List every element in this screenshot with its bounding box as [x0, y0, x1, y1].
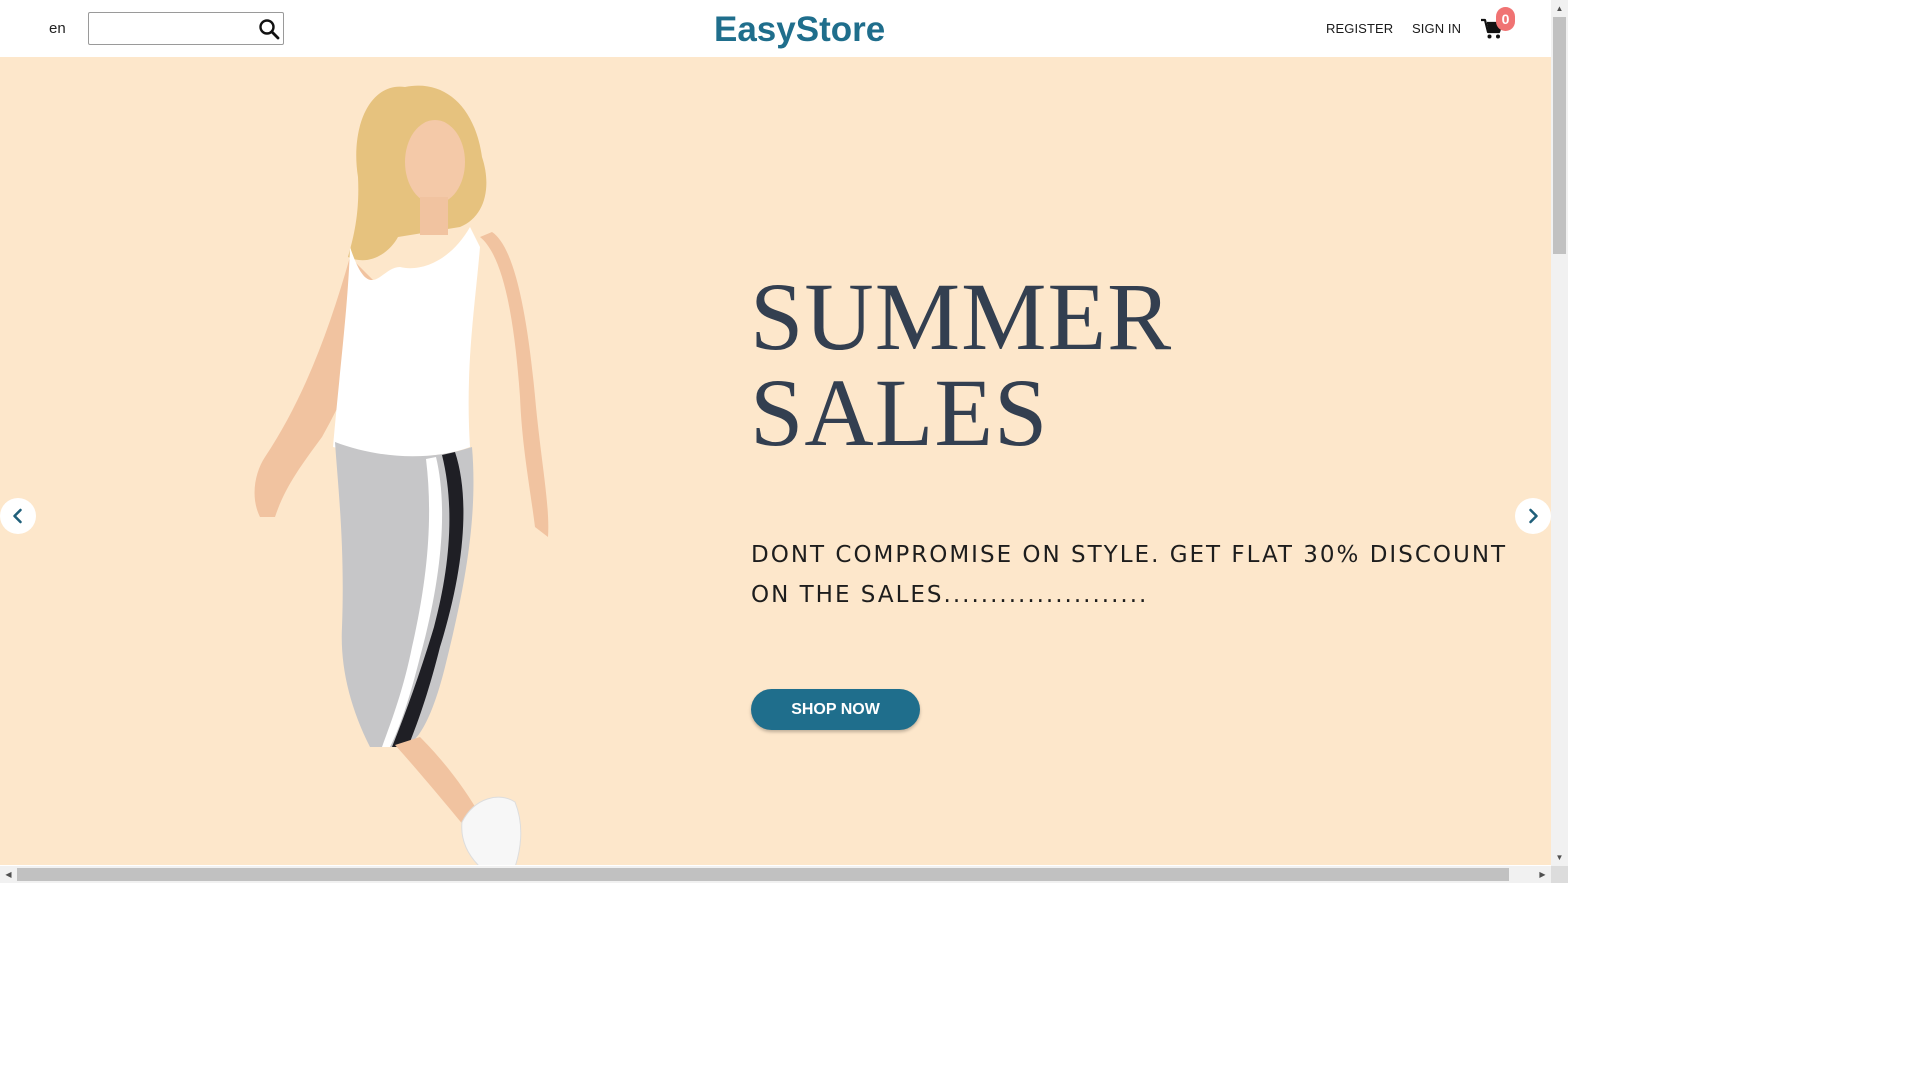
scroll-left-arrow-icon[interactable]: ◀	[0, 866, 17, 883]
cart-count-badge: 0	[1496, 7, 1515, 31]
search-icon[interactable]	[257, 17, 281, 41]
search-box	[88, 12, 284, 45]
language-selector[interactable]: en	[49, 20, 66, 37]
scroll-down-arrow-icon[interactable]: ▼	[1551, 849, 1568, 866]
horizontal-scrollbar[interactable]: ◀ ▶	[0, 866, 1551, 883]
hero-banner: SUMMER SALES DONT COMPROMISE ON STYLE. G…	[0, 57, 1551, 865]
register-link[interactable]: REGISTER	[1326, 21, 1393, 36]
site-header: en EasyStore REGISTER SIGN IN 0	[0, 0, 1551, 57]
carousel-prev-button[interactable]	[0, 498, 36, 534]
chevron-right-icon	[1529, 508, 1538, 524]
sign-in-link[interactable]: SIGN IN	[1412, 21, 1461, 36]
headline-line-2: SALES	[750, 359, 1049, 466]
hero-headline: SUMMER SALES	[750, 269, 1172, 461]
carousel-next-button[interactable]	[1515, 498, 1551, 534]
vertical-scroll-thumb[interactable]	[1553, 17, 1566, 254]
scrollbar-corner	[1551, 866, 1568, 883]
hero-subtext: DONT COMPROMISE ON STYLE. GET FLAT 30% D…	[751, 542, 1508, 608]
logo[interactable]: EasyStore	[713, 7, 893, 51]
chevron-left-icon	[13, 508, 22, 524]
headline-line-1: SUMMER	[750, 263, 1173, 370]
search-input[interactable]	[89, 13, 255, 44]
horizontal-scroll-thumb[interactable]	[17, 868, 1509, 881]
shop-now-button[interactable]: SHOP NOW	[751, 689, 920, 730]
scroll-up-arrow-icon[interactable]: ▲	[1551, 0, 1568, 17]
scroll-right-arrow-icon[interactable]: ▶	[1534, 866, 1551, 883]
vertical-scrollbar[interactable]: ▲ ▼	[1551, 0, 1568, 866]
hero-model-image	[254, 85, 549, 865]
logo-text: EasyStore	[714, 10, 885, 49]
